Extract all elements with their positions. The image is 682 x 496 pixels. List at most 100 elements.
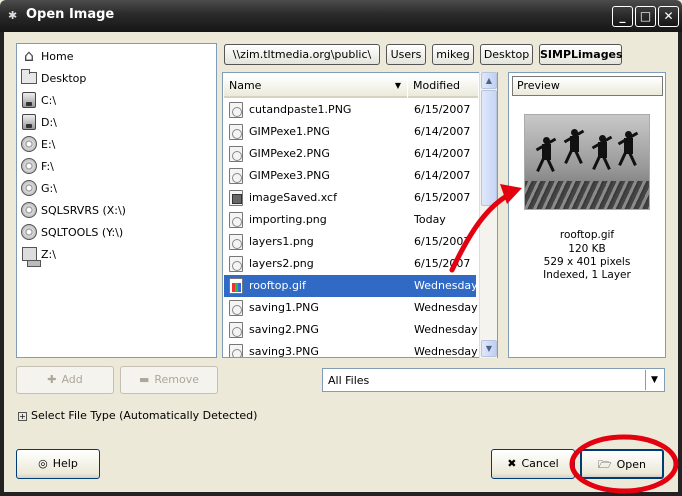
cd-icon bbox=[20, 179, 38, 197]
window-title: Open Image bbox=[26, 7, 115, 22]
file-type-expander[interactable]: + Select File Type (Automatically Detecte… bbox=[18, 409, 257, 422]
open-button[interactable]: 🗁 Open bbox=[580, 449, 664, 479]
plus-icon: ✚ bbox=[47, 373, 57, 386]
file-row[interactable]: cutandpaste1.PNG 6/15/2007 bbox=[224, 99, 476, 121]
place-drive-z[interactable]: Z:\ bbox=[20, 243, 214, 267]
image-file-icon bbox=[229, 212, 243, 228]
image-file-icon bbox=[229, 102, 243, 118]
chevron-down-icon: ▼ bbox=[485, 344, 493, 353]
place-label: SQLSRVRS (X:\) bbox=[41, 203, 126, 217]
close-icon: ✕ bbox=[663, 9, 674, 23]
window-frame-bottom bbox=[0, 492, 682, 496]
expand-icon: + bbox=[18, 412, 27, 421]
file-modified: Wednesday bbox=[414, 279, 478, 292]
image-file-icon bbox=[229, 344, 243, 357]
remove-bookmark-button[interactable]: ▬ Remove bbox=[120, 366, 218, 394]
preview-mode: Indexed, 1 Layer bbox=[543, 269, 631, 281]
scroll-down-button[interactable]: ▼ bbox=[481, 340, 497, 357]
maximize-button[interactable]: □ bbox=[635, 6, 656, 27]
file-name: GIMPexe1.PNG bbox=[249, 125, 330, 138]
minus-icon: ▬ bbox=[138, 373, 150, 386]
folder-icon bbox=[20, 69, 38, 87]
place-drive-d[interactable]: D:\ bbox=[20, 111, 214, 133]
file-list[interactable]: Name ▼ Modified cutandpaste1.PNG 6/15/20… bbox=[222, 72, 498, 358]
file-name: layers2.png bbox=[249, 257, 314, 270]
preview-size: 120 KB bbox=[568, 243, 606, 255]
place-label: C:\ bbox=[41, 93, 57, 107]
file-list-scrollbar[interactable]: ▲ ▼ bbox=[479, 72, 497, 358]
cancel-icon: ✖ bbox=[507, 457, 517, 470]
place-label: G:\ bbox=[41, 181, 57, 195]
scrollbar-thumb[interactable] bbox=[481, 90, 497, 206]
help-button[interactable]: ◎ Help bbox=[16, 449, 100, 479]
place-drive-c[interactable]: C:\ bbox=[20, 89, 214, 111]
path-button-root[interactable]: \\zim.tltmedia.org\public\ bbox=[224, 44, 380, 65]
scroll-up-button[interactable]: ▲ bbox=[481, 72, 497, 89]
place-drive-g[interactable]: G:\ bbox=[20, 177, 214, 199]
file-modified: 6/15/2007 bbox=[414, 257, 471, 270]
image-file-icon bbox=[229, 300, 243, 316]
cd-icon bbox=[20, 201, 38, 219]
gimp-app-icon: ✱ bbox=[8, 9, 18, 22]
place-label: SQLTOOLS (Y:\) bbox=[41, 225, 124, 239]
place-drive-x[interactable]: SQLSRVRS (X:\) bbox=[20, 199, 214, 221]
file-name: saving1.PNG bbox=[249, 301, 319, 314]
cd-icon bbox=[20, 135, 38, 153]
place-desktop[interactable]: Desktop bbox=[20, 67, 214, 89]
add-bookmark-button[interactable]: ✚ Add bbox=[16, 366, 114, 394]
file-row[interactable]: imageSaved.xcf 6/15/2007 bbox=[224, 187, 476, 209]
place-home[interactable]: ⌂ Home bbox=[20, 45, 214, 67]
folder-open-icon: 🗁 bbox=[597, 458, 612, 471]
file-row-selected[interactable]: rooftop.gif Wednesday bbox=[224, 275, 478, 297]
file-modified: 6/15/2007 bbox=[414, 191, 471, 204]
path-button-mikeg[interactable]: mikeg bbox=[432, 44, 474, 65]
place-drive-y[interactable]: SQLTOOLS (Y:\) bbox=[20, 221, 214, 243]
sort-down-icon: ▼ bbox=[394, 81, 401, 90]
place-label: D:\ bbox=[41, 115, 57, 129]
file-modified: 6/14/2007 bbox=[414, 147, 471, 160]
path-button-simplimages[interactable]: SIMPLimages bbox=[539, 44, 623, 65]
jumping-person bbox=[591, 135, 613, 173]
image-file-icon bbox=[229, 256, 243, 272]
file-row[interactable]: saving3.PNG Wednesday bbox=[224, 341, 478, 358]
chevron-up-icon: ▲ bbox=[485, 76, 493, 85]
minimize-button[interactable]: _ bbox=[612, 6, 633, 27]
file-modified: 6/14/2007 bbox=[414, 169, 471, 182]
file-modified: Wednesday bbox=[414, 301, 478, 314]
file-filter-select[interactable]: All Files ▼ bbox=[322, 368, 665, 392]
file-modified: 6/15/2007 bbox=[414, 235, 471, 248]
file-row[interactable]: GIMPexe3.PNG 6/14/2007 bbox=[224, 165, 476, 187]
column-header-name[interactable]: Name ▼ bbox=[224, 76, 407, 98]
file-row[interactable]: importing.png Today bbox=[224, 209, 476, 231]
cancel-button[interactable]: ✖ Cancel bbox=[491, 449, 575, 479]
file-row[interactable]: GIMPexe1.PNG 6/14/2007 bbox=[224, 121, 476, 143]
file-filter-value: All Files bbox=[328, 374, 370, 387]
path-button-desktop[interactable]: Desktop bbox=[480, 44, 533, 65]
file-row[interactable]: layers2.png 6/15/2007 bbox=[224, 253, 476, 275]
file-row[interactable]: saving1.PNG Wednesday bbox=[224, 297, 478, 319]
file-row[interactable]: layers1.png 6/15/2007 bbox=[224, 231, 476, 253]
column-header-modified[interactable]: Modified bbox=[408, 76, 478, 98]
file-name: importing.png bbox=[249, 213, 327, 226]
title-bar[interactable]: ✱ Open Image _ □ ✕ bbox=[0, 0, 682, 32]
image-file-icon bbox=[229, 234, 243, 250]
file-name: GIMPexe2.PNG bbox=[249, 147, 330, 160]
close-button[interactable]: ✕ bbox=[658, 6, 679, 27]
image-file-icon bbox=[229, 146, 243, 162]
window-frame-right bbox=[678, 32, 682, 496]
file-name: cutandpaste1.PNG bbox=[249, 103, 352, 116]
place-drive-e[interactable]: E:\ bbox=[20, 133, 214, 155]
path-button-users[interactable]: Users bbox=[386, 44, 426, 65]
place-drive-f[interactable]: F:\ bbox=[20, 155, 214, 177]
maximize-icon: □ bbox=[639, 9, 652, 23]
file-name: saving3.PNG bbox=[249, 345, 319, 358]
file-row[interactable]: saving2.PNG Wednesday bbox=[224, 319, 478, 341]
image-file-icon bbox=[229, 168, 243, 184]
rooftop-rocks bbox=[525, 181, 649, 209]
preview-thumbnail bbox=[524, 114, 650, 210]
chevron-down-icon[interactable]: ▼ bbox=[645, 370, 663, 390]
preview-header[interactable]: Preview bbox=[512, 76, 663, 96]
home-icon: ⌂ bbox=[23, 46, 35, 65]
file-row[interactable]: GIMPexe2.PNG 6/14/2007 bbox=[224, 143, 476, 165]
file-modified: Wednesday bbox=[414, 323, 478, 336]
